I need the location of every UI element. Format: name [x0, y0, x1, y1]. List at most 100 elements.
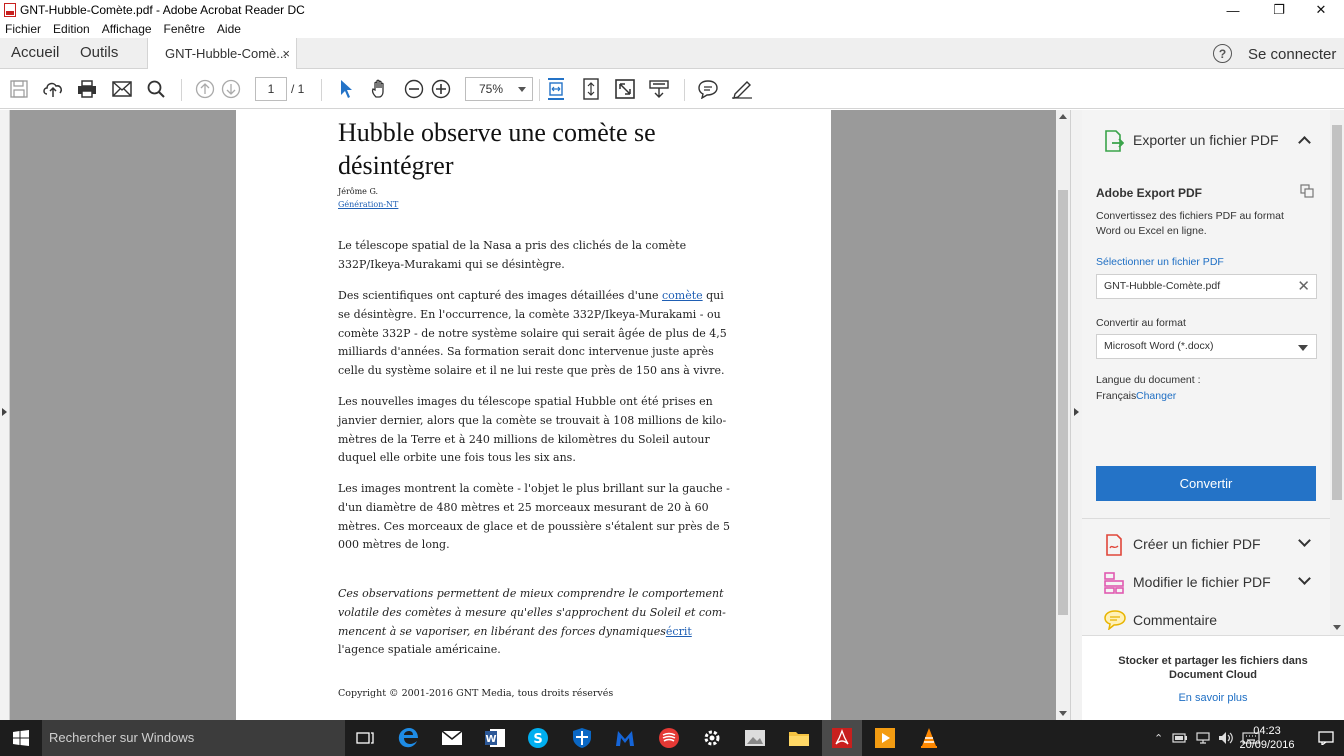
chevron-up-icon[interactable]	[1298, 136, 1311, 149]
scroll-mode-icon[interactable]	[648, 78, 670, 100]
notifications-icon[interactable]	[1318, 720, 1334, 756]
word-icon[interactable]: W	[475, 720, 515, 756]
document-scrollbar[interactable]	[1056, 110, 1070, 720]
tab-document[interactable]: GNT-Hubble-Comè... ×	[147, 38, 297, 69]
print-icon[interactable]	[76, 78, 98, 100]
zoom-in-icon[interactable]	[430, 78, 452, 100]
acrobat-icon[interactable]	[822, 720, 862, 756]
menu-fenetre[interactable]: Fenêtre	[164, 22, 205, 36]
tab-home[interactable]: Accueil	[11, 44, 59, 61]
convert-format-label: Convertir au format	[1096, 317, 1186, 329]
sign-in-link[interactable]: Se connecter	[1248, 46, 1336, 63]
scroll-down-icon[interactable]	[1059, 711, 1067, 716]
settings-icon[interactable]	[692, 720, 732, 756]
export-pdf-icon	[1104, 130, 1125, 155]
export-pdf-header[interactable]: Exporter un fichier PDF	[1082, 110, 1344, 170]
left-nav-pane-toggle[interactable]	[0, 110, 10, 720]
malwarebytes-icon[interactable]	[605, 720, 645, 756]
media-player-icon[interactable]	[865, 720, 905, 756]
scroll-up-icon[interactable]	[1059, 114, 1067, 119]
clear-file-icon[interactable]: ✕	[1297, 275, 1310, 298]
learn-more-link[interactable]: En savoir plus	[1082, 692, 1344, 704]
comment-tool-icon	[1104, 610, 1126, 633]
chevron-up-icon[interactable]: ⌃	[1154, 732, 1163, 745]
sign-icon[interactable]	[731, 78, 753, 100]
change-language-link[interactable]: Changer	[1136, 389, 1176, 404]
menu-fichier[interactable]: Fichier	[5, 22, 41, 36]
winamp-icon[interactable]	[649, 720, 689, 756]
shield-icon[interactable]	[562, 720, 602, 756]
toolbar-separator	[539, 79, 540, 101]
pdf-page: Hubble observe une comète se désintégrer…	[236, 110, 831, 720]
tools-pane: Exporter un fichier PDF Adobe Export PDF…	[1082, 110, 1344, 720]
save-icon[interactable]	[8, 78, 30, 100]
tools-pane-scrollbar-thumb[interactable]	[1332, 125, 1342, 500]
email-icon[interactable]	[111, 78, 133, 100]
page-up-icon[interactable]	[194, 78, 216, 100]
collapse-right-icon	[1074, 408, 1079, 416]
task-view-icon[interactable]	[345, 720, 385, 756]
menu-edition[interactable]: Edition	[53, 22, 90, 36]
copy-icon[interactable]	[1300, 184, 1314, 201]
mail-icon[interactable]	[432, 720, 472, 756]
help-icon[interactable]: ?	[1213, 44, 1232, 63]
page-down-icon[interactable]	[220, 78, 242, 100]
right-pane-toggle[interactable]	[1070, 110, 1082, 720]
document-cloud-promo: Stocker et partager les fichiers dans Do…	[1082, 635, 1344, 720]
tool-edit-pdf[interactable]: Modifier le fichier PDF	[1082, 563, 1330, 601]
comment-icon[interactable]	[697, 78, 719, 100]
network-icon[interactable]	[1196, 732, 1210, 744]
hand-icon[interactable]	[369, 78, 391, 100]
full-screen-icon[interactable]	[614, 78, 636, 100]
fit-page-icon[interactable]	[580, 78, 602, 100]
page-number-input[interactable]: 1	[255, 77, 287, 101]
minimize-button[interactable]: —	[1210, 0, 1256, 20]
taskbar-clock[interactable]: 04:23 20/09/2016	[1234, 724, 1300, 752]
tab-tools[interactable]: Outils	[80, 44, 118, 61]
menu-aide[interactable]: Aide	[217, 22, 241, 36]
toolbar-separator	[181, 79, 182, 101]
paragraph-2-start: Des scientifiques ont capturé des images…	[338, 289, 662, 302]
selected-file-field[interactable]: GNT-Hubble-Comète.pdf ✕	[1096, 274, 1317, 299]
toolbar: 1 / 1 75%	[0, 70, 1344, 109]
scroll-down-icon[interactable]	[1333, 625, 1341, 630]
document-canvas[interactable]: Hubble observe une comète se désintégrer…	[0, 110, 1070, 720]
skype-icon[interactable]: S	[518, 720, 558, 756]
toolbar-separator	[321, 79, 322, 101]
maximize-button[interactable]: ❐	[1256, 0, 1302, 20]
close-window-button[interactable]: ✕	[1298, 0, 1344, 20]
paragraph-2: Des scientifiques ont capturé des images…	[338, 287, 730, 381]
paragraph-3: Les nouvelles images du télescope spatia…	[338, 395, 727, 465]
zoom-select[interactable]: 75%	[465, 77, 533, 101]
edge-icon[interactable]	[388, 720, 428, 756]
select-cursor-icon[interactable]	[335, 78, 357, 100]
photos-icon[interactable]	[735, 720, 775, 756]
taskbar-search[interactable]: Rechercher sur Windows	[42, 720, 345, 756]
battery-icon[interactable]	[1172, 732, 1188, 744]
convert-button[interactable]: Convertir	[1096, 466, 1316, 501]
svg-text:S: S	[533, 732, 542, 747]
upload-icon[interactable]	[42, 78, 64, 100]
expand-right-icon	[2, 408, 7, 416]
zoom-out-icon[interactable]	[403, 78, 425, 100]
comete-link[interactable]: comète	[662, 289, 703, 302]
fit-width-icon[interactable]	[545, 78, 567, 100]
copyright: Copyright © 2001-2016 GNT Media, tous dr…	[338, 688, 614, 699]
close-tab-icon[interactable]: ×	[282, 46, 290, 61]
search-icon[interactable]	[145, 78, 167, 100]
file-explorer-icon[interactable]	[779, 720, 819, 756]
document-source-link[interactable]: Génération-NT	[338, 200, 398, 209]
vlc-icon[interactable]	[909, 720, 949, 756]
ecrit-link[interactable]: écrit	[666, 625, 692, 638]
volume-icon[interactable]	[1218, 731, 1234, 745]
tools-pane-scrollbar[interactable]	[1330, 110, 1344, 635]
menu-affichage[interactable]: Affichage	[102, 22, 152, 36]
chevron-down-icon	[1298, 345, 1308, 351]
pane-divider	[1082, 518, 1330, 519]
select-file-link[interactable]: Sélectionner un fichier PDF	[1096, 255, 1296, 270]
tool-create-pdf[interactable]: Créer un fichier PDF	[1082, 525, 1330, 563]
scrollbar-thumb[interactable]	[1058, 190, 1068, 615]
tool-comment[interactable]: Commentaire	[1082, 601, 1330, 639]
format-select[interactable]: Microsoft Word (*.docx)	[1096, 334, 1317, 359]
start-button[interactable]	[0, 720, 42, 756]
